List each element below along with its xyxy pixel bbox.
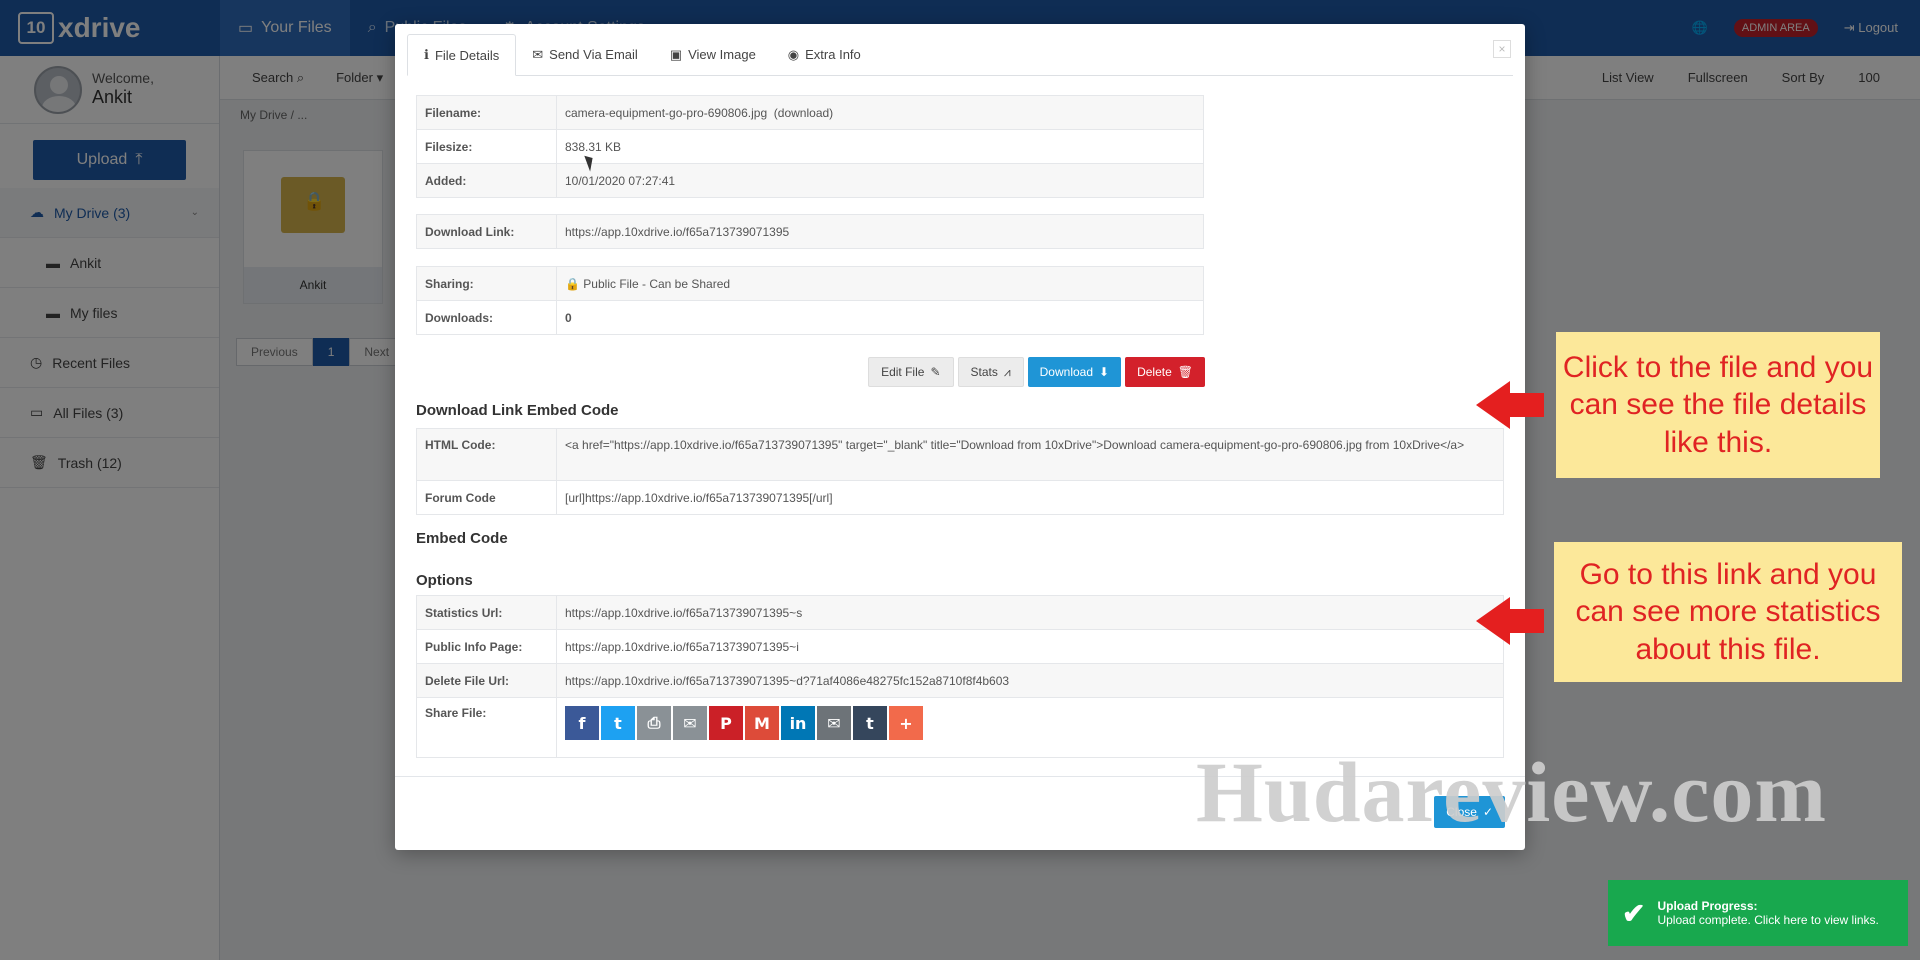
sharing-table: Sharing: 🔒 Public File - Can be Shared D… [416, 266, 1204, 335]
red-arrow-shaft [1508, 393, 1544, 417]
embed-code-table: HTML Code: <a href="https://app.10xdrive… [416, 428, 1504, 515]
downloads-label: Downloads: [416, 300, 557, 335]
trash-icon: 🗑 [1177, 365, 1193, 379]
chart-icon: ⩘ [1003, 364, 1011, 379]
twitter-icon[interactable]: t [601, 706, 635, 740]
gmail-icon[interactable]: M [745, 706, 779, 740]
watermark: Hudareview.com [1196, 744, 1828, 840]
table-row: Filesize: 838.31 KB [416, 129, 1204, 164]
filename-cell: camera-equipment-go-pro-690806.jpg (down… [556, 95, 1204, 130]
delete-url-label: Delete File Url: [416, 663, 557, 698]
tab-label: Send Via Email [549, 47, 638, 62]
sharing-cell: 🔒 Public File - Can be Shared [556, 266, 1204, 301]
statistics-url-label: Statistics Url: [416, 595, 557, 630]
download-icon: ⬇ [1099, 365, 1110, 379]
table-row: HTML Code: <a href="https://app.10xdrive… [416, 428, 1504, 481]
pinterest-icon[interactable]: P [709, 706, 743, 740]
forum-code-label: Forum Code [416, 480, 557, 515]
downloads-value: 0 [556, 300, 1204, 335]
stats-button[interactable]: Stats ⩘ [957, 357, 1024, 387]
share-file-label: Share File: [416, 697, 557, 758]
button-label: Stats [970, 365, 998, 379]
image-icon: ▣ [669, 46, 683, 62]
edit-file-button[interactable]: Edit File ✎ [868, 357, 954, 387]
filesize-value: 838.31 KB [556, 129, 1204, 164]
inbox-icon[interactable]: ✉ [817, 706, 851, 740]
delete-button[interactable]: Delete 🗑 [1125, 357, 1205, 387]
filesize-label: Filesize: [416, 129, 557, 164]
share-icons: f t ⎙ ✉ P Min ✉ t + [565, 706, 1495, 740]
tab-label: View Image [688, 47, 756, 62]
email-icon[interactable]: ✉ [673, 706, 707, 740]
tab-send-via-email[interactable]: ✉ Send Via Email [516, 34, 654, 75]
callout-note-details: Click to the file and you can see the fi… [1556, 332, 1880, 478]
checkmark-icon: ✔ [1622, 897, 1646, 929]
toast-title: Upload Progress: [1657, 899, 1758, 913]
download-link-value[interactable]: https://app.10xdrive.io/f65a713739071395 [556, 214, 1204, 249]
file-details-modal: ℹ File Details ✉ Send Via Email ▣ View I… [395, 24, 1525, 850]
download-link[interactable]: (download) [774, 106, 833, 120]
sharing-label: Sharing: [416, 266, 557, 301]
info-icon: ℹ [424, 47, 429, 62]
button-label: Edit File [881, 365, 925, 379]
table-row: Added: 10/01/2020 07:27:41 [416, 163, 1204, 198]
table-row: Delete File Url: https://app.10xdrive.io… [416, 663, 1504, 698]
download-link-table: Download Link: https://app.10xdrive.io/f… [416, 214, 1204, 249]
file-info-table: Filename: camera-equipment-go-pro-690806… [416, 95, 1204, 198]
close-icon[interactable]: × [1493, 40, 1511, 58]
options-table: Statistics Url: https://app.10xdrive.io/… [416, 595, 1504, 758]
red-arrow-icon [1476, 597, 1510, 645]
added-label: Added: [416, 163, 557, 198]
more-share-icon[interactable]: + [889, 706, 923, 740]
tab-label: Extra Info [805, 47, 861, 62]
table-row: Public Info Page: https://app.10xdrive.i… [416, 629, 1504, 664]
linkedin-icon[interactable]: in [781, 706, 815, 740]
tab-view-image[interactable]: ▣ View Image [654, 34, 772, 75]
table-row: Download Link: https://app.10xdrive.io/f… [416, 214, 1204, 249]
tumblr-icon[interactable]: t [853, 706, 887, 740]
statistics-url-value[interactable]: https://app.10xdrive.io/f65a713739071395… [556, 595, 1504, 630]
delete-url-value[interactable]: https://app.10xdrive.io/f65a713739071395… [556, 663, 1504, 698]
print-icon[interactable]: ⎙ [637, 706, 671, 740]
lock-icon: 🔒 [565, 276, 580, 291]
red-arrow-icon [1476, 381, 1510, 429]
table-row: Statistics Url: https://app.10xdrive.io/… [416, 595, 1504, 630]
modal-tabs: ℹ File Details ✉ Send Via Email ▣ View I… [407, 34, 1513, 76]
public-info-label: Public Info Page: [416, 629, 557, 664]
filename-value: camera-equipment-go-pro-690806.jpg [565, 105, 768, 120]
filename-label: Filename: [416, 95, 557, 130]
embed-heading: Embed Code [416, 530, 508, 547]
download-button[interactable]: Download ⬇ [1027, 357, 1122, 387]
added-value: 10/01/2020 07:27:41 [556, 163, 1204, 198]
callout-note-statistics: Go to this link and you can see more sta… [1554, 542, 1902, 682]
embed-code-heading: Download Link Embed Code [416, 402, 619, 419]
pencil-icon: ✎ [930, 365, 941, 379]
forum-code-value[interactable]: [url]https://app.10xdrive.io/f65a7137390… [556, 480, 1504, 515]
table-row: Forum Code [url]https://app.10xdrive.io/… [416, 480, 1504, 515]
html-code-value[interactable]: <a href="https://app.10xdrive.io/f65a713… [556, 428, 1504, 481]
download-link-label: Download Link: [416, 214, 557, 249]
camera-icon: ◉ [787, 46, 800, 62]
envelope-icon: ✉ [532, 46, 544, 62]
red-arrow-shaft [1508, 609, 1544, 633]
button-label: Download [1039, 365, 1094, 379]
button-label: Delete [1137, 365, 1172, 379]
sharing-value: Public File - Can be Shared [583, 276, 731, 291]
facebook-icon[interactable]: f [565, 706, 599, 740]
toast-message: Upload complete. Click here to view link… [1657, 913, 1879, 927]
table-row: Filename: camera-equipment-go-pro-690806… [416, 95, 1204, 130]
tab-file-details[interactable]: ℹ File Details [407, 34, 517, 76]
table-row: Sharing: 🔒 Public File - Can be Shared [416, 266, 1204, 301]
public-info-value[interactable]: https://app.10xdrive.io/f65a713739071395… [556, 629, 1504, 664]
tab-extra-info[interactable]: ◉ Extra Info [772, 34, 877, 75]
options-heading: Options [416, 572, 473, 589]
file-actions: Edit File ✎ Stats ⩘ Download ⬇ Delete 🗑 [868, 357, 1205, 387]
tab-label: File Details [434, 47, 500, 63]
html-code-label: HTML Code: [416, 428, 557, 481]
table-row: Downloads: 0 [416, 300, 1204, 335]
upload-progress-toast[interactable]: ✔ Upload Progress: Upload complete. Clic… [1608, 880, 1908, 946]
